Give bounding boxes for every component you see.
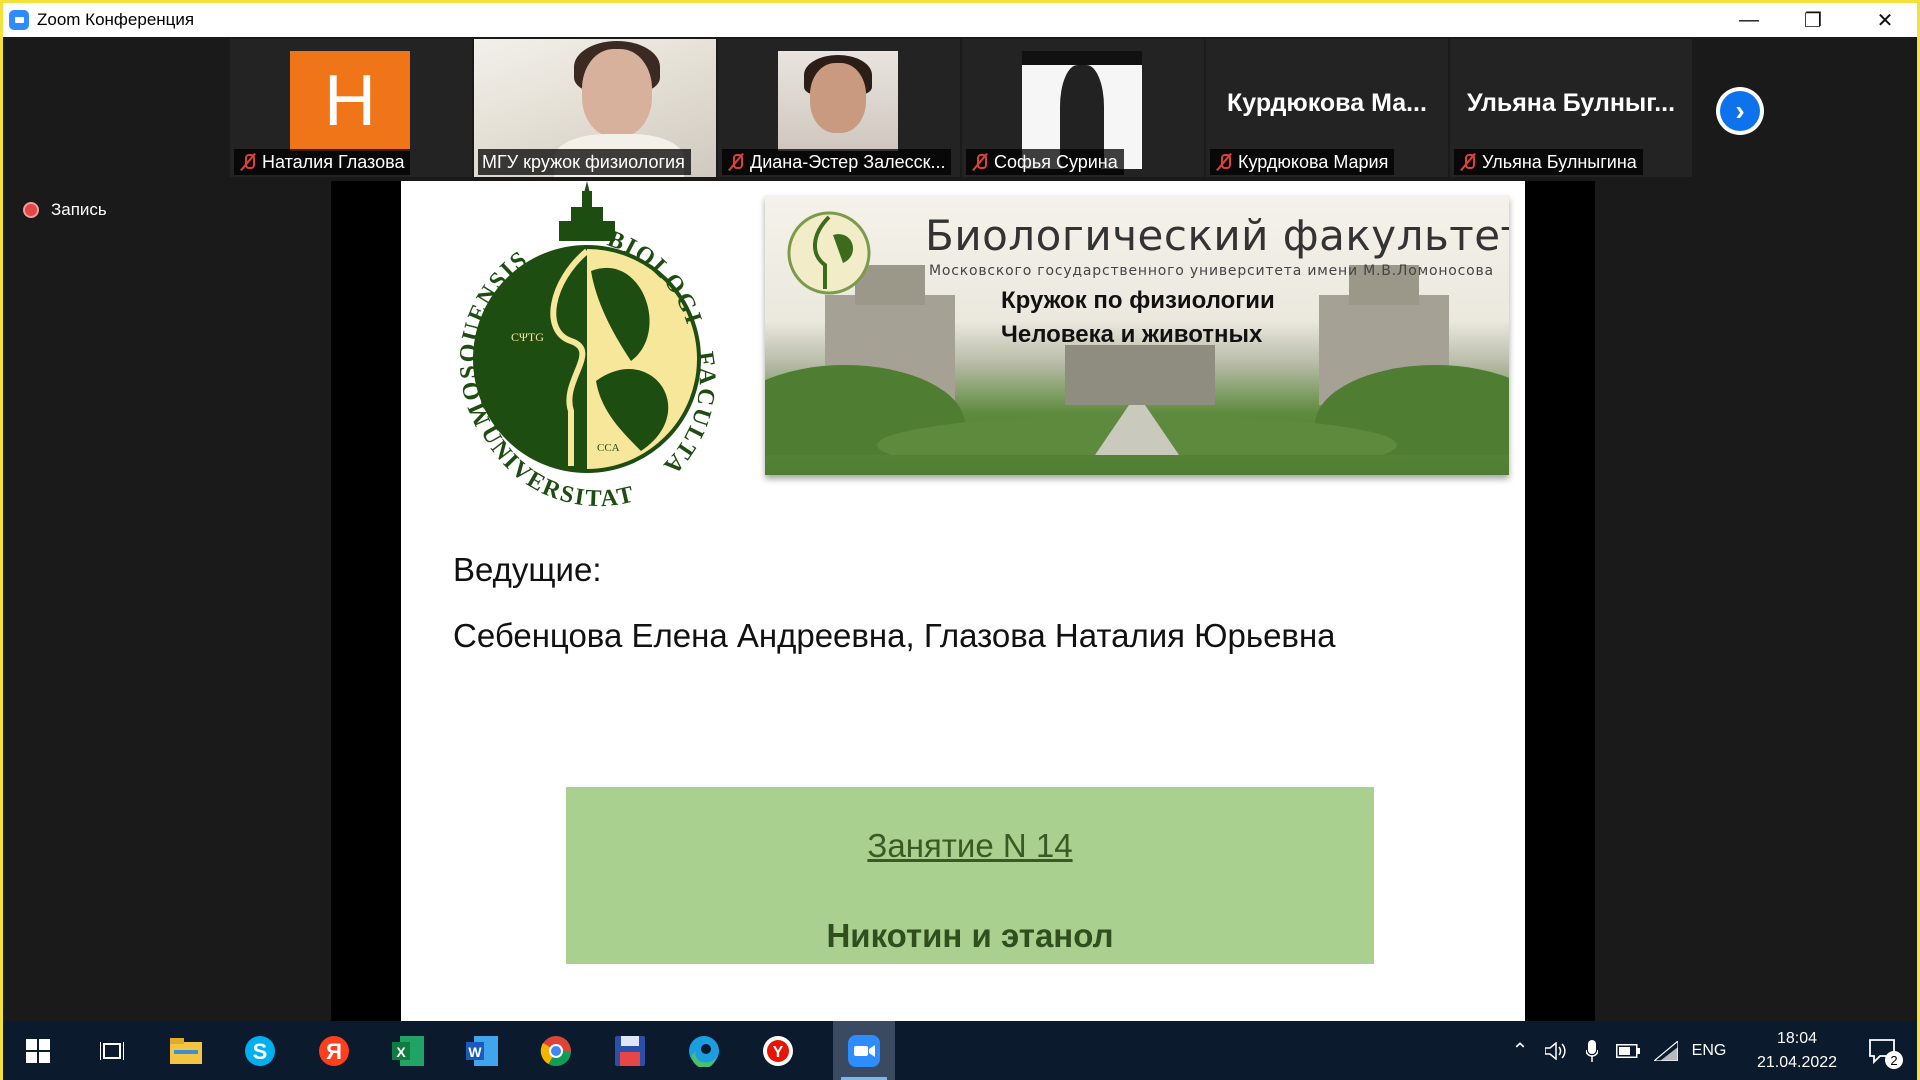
wifi-icon[interactable] bbox=[1649, 1021, 1683, 1080]
tray-overflow-chevron-up-icon[interactable]: ⌃ bbox=[1505, 1021, 1535, 1080]
participant-name-display: Ульяна Булныг... bbox=[1466, 89, 1676, 117]
clock[interactable]: 18:04 21.04.2022 bbox=[1743, 1021, 1851, 1080]
mic-muted-icon bbox=[726, 152, 746, 172]
yandex-icon: Я bbox=[319, 1035, 349, 1066]
mic-muted-icon bbox=[238, 152, 258, 172]
presentation-slide: CΨTG MOSQUENSIS BIOLOGIAE FACULTAS UNIVE… bbox=[401, 181, 1525, 1021]
svg-text:S: S bbox=[253, 1039, 268, 1064]
recording-indicator[interactable]: Запись bbox=[23, 200, 107, 220]
mic-muted-icon bbox=[1214, 152, 1234, 172]
taskbar-skype[interactable]: S bbox=[229, 1021, 291, 1080]
participant-name: Диана-Эстер Залесск... bbox=[750, 151, 946, 172]
faculty-banner: Биологический факультет Московского госу… bbox=[765, 195, 1509, 475]
recording-label: Запись bbox=[51, 200, 107, 219]
participant-tile[interactable]: Диана-Эстер Залесск... bbox=[718, 39, 960, 177]
meeting-stage: H Наталия Глазова МГУ кружок физиология bbox=[3, 37, 1917, 1021]
participant-tile[interactable]: Курдюкова Ма... Курдюкова Мария bbox=[1206, 39, 1448, 177]
building-icon bbox=[559, 181, 615, 241]
svg-text:X: X bbox=[396, 1044, 406, 1060]
participant-name: Ульяна Булныгина bbox=[1482, 151, 1637, 172]
taskbar-chrome[interactable] bbox=[525, 1021, 587, 1080]
participant-name-label: Курдюкова Мария bbox=[1210, 149, 1395, 175]
excel-icon: X bbox=[392, 1035, 424, 1066]
participant-tile[interactable]: Софья Сурина bbox=[962, 39, 1204, 177]
participant-name: Курдюкова Мария bbox=[1238, 151, 1389, 172]
banner-line-2: Человека и животных bbox=[1001, 321, 1263, 348]
clock-date: 21.04.2022 bbox=[1756, 1053, 1838, 1071]
mic-muted-icon bbox=[970, 152, 990, 172]
banner-title: Биологический факультет bbox=[925, 211, 1509, 260]
lesson-number: Занятие N 14 bbox=[867, 827, 1073, 864]
volume-icon[interactable] bbox=[1539, 1021, 1573, 1080]
task-view-icon bbox=[100, 1041, 124, 1060]
zoom-app-icon bbox=[9, 10, 29, 30]
banner-emblem-logo bbox=[787, 211, 871, 295]
chevron-right-icon: › bbox=[1720, 91, 1760, 131]
notification-count-badge: 2 bbox=[1885, 1051, 1903, 1069]
participant-name: Наталия Глазова bbox=[262, 151, 405, 172]
record-icon bbox=[23, 202, 39, 218]
windows-icon bbox=[26, 1038, 50, 1063]
participant-name: Софья Сурина bbox=[994, 151, 1118, 172]
participant-name-label: Ульяна Булныгина bbox=[1454, 149, 1643, 175]
participant-name-label: Диана-Эстер Залесск... bbox=[722, 149, 952, 175]
participant-name-label: МГУ кружок физиология bbox=[478, 149, 691, 175]
participant-name: МГУ кружок физиология bbox=[482, 151, 685, 172]
minimize-button[interactable]: — bbox=[1717, 3, 1781, 37]
zoom-window: Zoom Конференция — ❐ ✕ H Наталия Глазова… bbox=[0, 0, 1920, 1080]
microphone-icon[interactable] bbox=[1577, 1021, 1607, 1080]
yandex-browser-icon: Y bbox=[763, 1035, 793, 1066]
taskbar-explorer[interactable] bbox=[155, 1021, 217, 1080]
faculty-emblem: CΨTG MOSQUENSIS BIOLOGIAE FACULTAS UNIVE… bbox=[431, 181, 718, 512]
title-bar: Zoom Конференция — ❐ ✕ bbox=[3, 3, 1917, 37]
taskbar-save-app[interactable] bbox=[599, 1021, 661, 1080]
hosts-label: Ведущие: bbox=[453, 551, 602, 588]
taskbar-word[interactable]: W bbox=[451, 1021, 513, 1080]
banner-line-1: Кружок по физиологии bbox=[1001, 287, 1275, 314]
taskbar-yandex-browser[interactable]: Y bbox=[747, 1021, 809, 1080]
participant-avatar: H bbox=[290, 51, 410, 151]
participant-tile[interactable]: H Наталия Глазова bbox=[230, 39, 472, 177]
language-indicator[interactable]: ENG bbox=[1687, 1021, 1731, 1080]
participant-tile[interactable]: Ульяна Булныг... Ульяна Булныгина bbox=[1450, 39, 1692, 177]
svg-text:W: W bbox=[468, 1044, 482, 1060]
mic-muted-icon bbox=[1458, 152, 1478, 172]
participant-tile-active-speaker[interactable]: МГУ кружок физиология bbox=[474, 39, 716, 177]
skype-icon: S bbox=[245, 1035, 275, 1066]
lesson-topic: Никотин и этанол bbox=[826, 917, 1114, 954]
folder-icon bbox=[170, 1037, 202, 1064]
participant-name-display: Курдюкова Ма... bbox=[1227, 89, 1427, 117]
participant-strip: H Наталия Глазова МГУ кружок физиология bbox=[230, 39, 1692, 179]
participant-name-label: Наталия Глазова bbox=[234, 149, 411, 175]
participant-name-label: Софья Сурина bbox=[966, 149, 1124, 175]
restore-button[interactable]: ❐ bbox=[1781, 3, 1845, 37]
next-participants-button[interactable]: › bbox=[1716, 87, 1764, 135]
edge-icon bbox=[689, 1035, 719, 1067]
notifications-button[interactable]: 2 bbox=[1859, 1021, 1907, 1080]
taskbar-zoom[interactable] bbox=[833, 1021, 895, 1080]
lesson-box: Занятие N 14 Никотин и этанол bbox=[566, 787, 1374, 964]
task-view-button[interactable] bbox=[81, 1021, 143, 1080]
clock-time: 18:04 bbox=[1776, 1029, 1818, 1047]
battery-icon[interactable] bbox=[1611, 1021, 1645, 1080]
participant-video bbox=[778, 51, 898, 151]
chrome-icon bbox=[540, 1035, 571, 1066]
word-icon: W bbox=[466, 1035, 498, 1066]
taskbar-excel[interactable]: X bbox=[377, 1021, 439, 1080]
zoom-icon bbox=[848, 1034, 880, 1067]
svg-text:Я: Я bbox=[326, 1039, 342, 1064]
window-title: Zoom Конференция bbox=[37, 10, 195, 29]
taskbar-edge[interactable] bbox=[673, 1021, 735, 1080]
hosts-names: Себенцова Елена Андреевна, Глазова Натал… bbox=[453, 617, 1336, 654]
taskbar-yandex[interactable]: Я bbox=[303, 1021, 365, 1080]
banner-subtitle: Московского государственного университет… bbox=[929, 263, 1494, 279]
emblem-ctg: CΨTG bbox=[511, 330, 544, 344]
windows-taskbar: S Я X W Y ⌃ ENG 18:04 21.04.2022 2 bbox=[3, 1021, 1917, 1080]
start-button[interactable] bbox=[7, 1021, 69, 1080]
close-button[interactable]: ✕ bbox=[1853, 3, 1917, 37]
emblem-cca: CCA bbox=[597, 442, 620, 454]
floppy-disk-icon bbox=[615, 1035, 645, 1066]
svg-text:Y: Y bbox=[773, 1044, 784, 1061]
